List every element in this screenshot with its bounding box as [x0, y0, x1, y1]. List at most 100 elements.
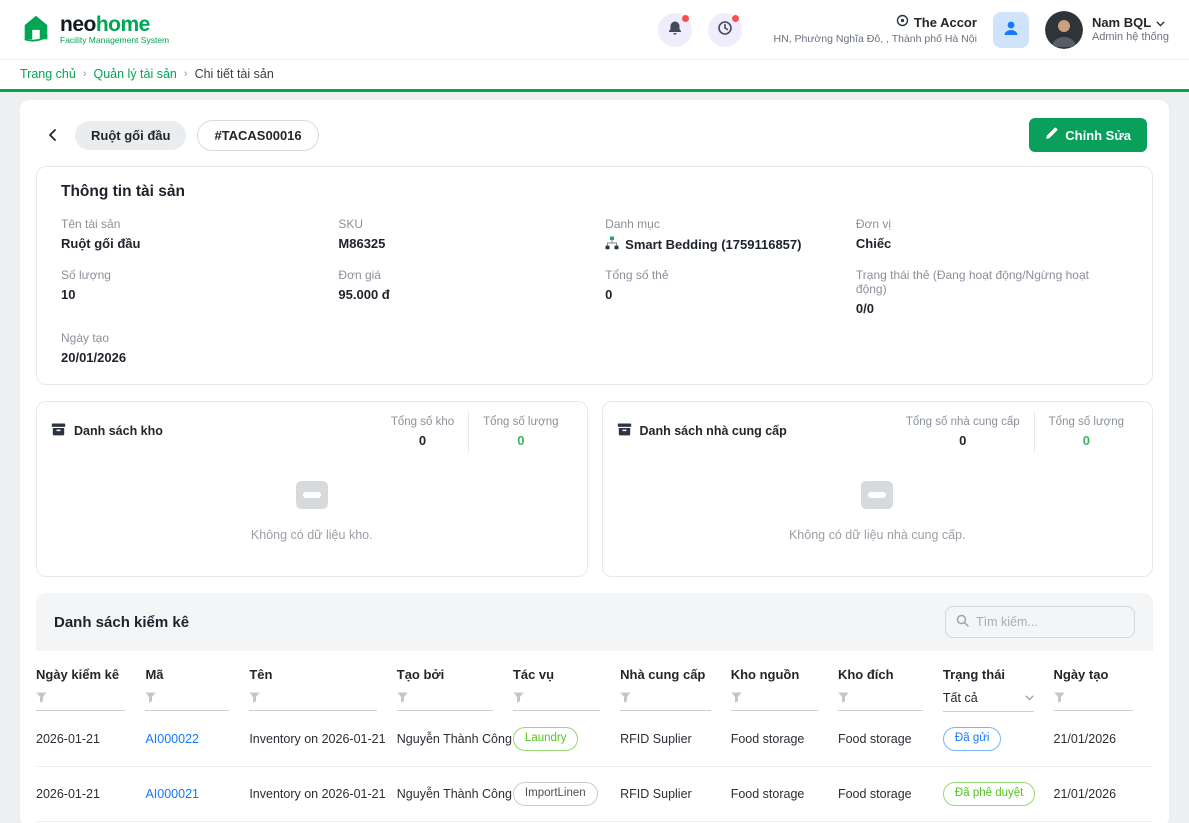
table-row[interactable]: 2026-01-21 AI000021 Inventory on 2026-01… — [36, 766, 1153, 821]
caret-down-icon — [1025, 695, 1034, 701]
hotel-name: The Accor — [914, 15, 977, 30]
col-status: Trạng thái Tất cả — [943, 655, 1054, 712]
col-task: Tác vụ — [513, 655, 620, 712]
supplier-icon — [617, 422, 632, 440]
warehouse-card-title: Danh sách kho — [74, 424, 163, 438]
hotel-icon — [896, 14, 909, 30]
filter-supplier[interactable] — [620, 691, 711, 711]
asset-info-panel: Thông tin tài sản Tên tài sản Ruột gối đ… — [36, 166, 1153, 385]
logo-tagline: Facility Management System — [60, 36, 169, 45]
cell-source-warehouse: Food storage — [731, 766, 838, 821]
table-row[interactable]: 2026-01-21 AI000022 Inventory on 2026-01… — [36, 712, 1153, 766]
field-tag-status: Trạng thái thẻ (Đang hoạt động/Ngừng hoạ… — [856, 268, 1128, 316]
breadcrumb: Trang chủ › Quản lý tài sản › Chi tiết t… — [0, 60, 1189, 92]
logo-name: neohome — [60, 14, 169, 36]
warehouse-icon — [51, 422, 66, 440]
funnel-icon — [731, 692, 742, 703]
filter-creator[interactable] — [397, 691, 493, 711]
funnel-icon — [838, 692, 849, 703]
category-icon — [605, 236, 619, 253]
cell-dest-warehouse: Food storage — [838, 766, 943, 821]
breadcrumb-separator: › — [184, 68, 188, 80]
col-creator: Tạo bởi — [397, 655, 513, 712]
chevron-down-icon — [1156, 15, 1165, 31]
filter-dest-warehouse[interactable] — [838, 691, 923, 711]
app-logo[interactable]: neohome Facility Management System — [20, 12, 169, 47]
supplier-list-card: Danh sách nhà cung cấp Tổng số nhà cung … — [602, 401, 1154, 577]
breadcrumb-home[interactable]: Trang chủ — [20, 67, 76, 81]
search-input[interactable] — [976, 615, 1124, 629]
cell-date: 2026-01-21 — [36, 766, 145, 821]
field-total-tags: Tổng số thẻ 0 — [605, 268, 856, 316]
field-unit: Đơn vị Chiếc — [856, 217, 1128, 253]
inventory-search[interactable] — [945, 606, 1135, 638]
user-name: Nam BQL — [1092, 15, 1151, 31]
cell-supplier: RFID Suplier — [620, 712, 731, 766]
filter-source-warehouse[interactable] — [731, 691, 818, 711]
col-created-date: Ngày tạo — [1054, 655, 1154, 712]
cell-dest-warehouse: Food storage — [838, 712, 943, 766]
warehouse-quantity-stat: Tổng số lượng 0 — [468, 412, 572, 452]
hotel-selector[interactable]: The Accor HN, Phường Nghĩa Đô, , Thành p… — [774, 14, 977, 45]
field-quantity: Số lượng 10 — [61, 268, 338, 316]
filter-created-date[interactable] — [1054, 691, 1134, 711]
cell-creator: Nguyễn Thành Công — [397, 766, 513, 821]
inventory-code-link[interactable]: AI000022 — [145, 732, 199, 746]
user-menu[interactable]: Nam BQL Admin hệ thống — [1045, 11, 1169, 49]
filter-inventory-date[interactable] — [36, 691, 125, 711]
filter-code[interactable] — [145, 691, 229, 711]
inventory-code-link[interactable]: AI000021 — [145, 787, 199, 801]
funnel-icon — [36, 692, 47, 703]
funnel-icon — [249, 692, 260, 703]
col-dest-warehouse: Kho đích — [838, 655, 943, 712]
funnel-icon — [145, 692, 156, 703]
cell-source-warehouse: Food storage — [731, 712, 838, 766]
field-created-date: Ngày tạo 20/01/2026 — [61, 331, 338, 365]
cell-created-date: 21/01/2026 — [1054, 712, 1154, 766]
inventory-title: Danh sách kiểm kê — [54, 614, 189, 631]
warehouse-empty-state: Không có dữ liệu kho. — [37, 456, 587, 576]
status-filter-select[interactable]: Tất cả — [943, 691, 1034, 712]
funnel-icon — [1054, 692, 1065, 703]
funnel-icon — [397, 692, 408, 703]
breadcrumb-separator: › — [83, 68, 87, 80]
supplier-empty-text: Không có dữ liệu nhà cung cấp. — [789, 528, 966, 542]
field-unit-price: Đơn giá 95.000 đ — [338, 268, 605, 316]
field-sku: SKU M86325 — [338, 217, 605, 253]
notifications-button[interactable] — [658, 13, 692, 47]
empty-box-icon — [291, 474, 333, 519]
back-button[interactable] — [42, 124, 64, 146]
activity-history-button[interactable] — [708, 13, 742, 47]
supplier-card-title: Danh sách nhà cung cấp — [640, 424, 787, 438]
breadcrumb-current: Chi tiết tài sản — [195, 67, 274, 81]
cell-date: 2026-01-21 — [36, 712, 145, 766]
task-badge: ImportLinen — [513, 782, 598, 806]
warehouse-empty-text: Không có dữ liệu kho. — [251, 528, 373, 542]
status-badge: Đã gửi — [943, 727, 1002, 751]
field-asset-name: Tên tài sản Ruột gối đầu — [61, 217, 338, 253]
page-title-row: Ruột gối đầu #TACAS00016 Chỉnh Sửa — [36, 114, 1153, 166]
search-icon — [956, 614, 969, 630]
home-logo-icon — [20, 12, 52, 47]
cell-supplier: RFID Suplier — [620, 766, 731, 821]
user-role: Admin hệ thống — [1092, 31, 1169, 45]
warehouse-list-card: Danh sách kho Tổng số kho 0 Tổng số lượn… — [36, 401, 588, 577]
user-avatar — [1045, 11, 1083, 49]
edit-button[interactable]: Chỉnh Sửa — [1029, 118, 1147, 152]
supplier-quantity-stat: Tổng số lượng 0 — [1034, 412, 1138, 452]
bell-icon — [667, 20, 683, 39]
clock-icon — [717, 20, 733, 39]
activity-badge — [732, 15, 739, 22]
workspace-avatar[interactable] — [993, 12, 1029, 48]
breadcrumb-asset-management[interactable]: Quản lý tài sản — [94, 67, 177, 81]
inventory-section: Danh sách kiểm kê Ngày kiểm kê — [36, 593, 1153, 823]
supplier-total-stat: Tổng số nhà cung cấp 0 — [892, 412, 1034, 452]
funnel-icon — [513, 692, 524, 703]
cell-name: Inventory on 2026-01-21 — [249, 766, 396, 821]
notification-badge — [682, 15, 689, 22]
field-category: Danh mục Smart Bedding (1759116857) — [605, 217, 856, 253]
asset-name-chip: Ruột gối đầu — [75, 121, 186, 150]
filter-name[interactable] — [249, 691, 376, 711]
asset-detail-card: Ruột gối đầu #TACAS00016 Chỉnh Sửa Thông… — [20, 100, 1169, 823]
filter-task[interactable] — [513, 691, 600, 711]
